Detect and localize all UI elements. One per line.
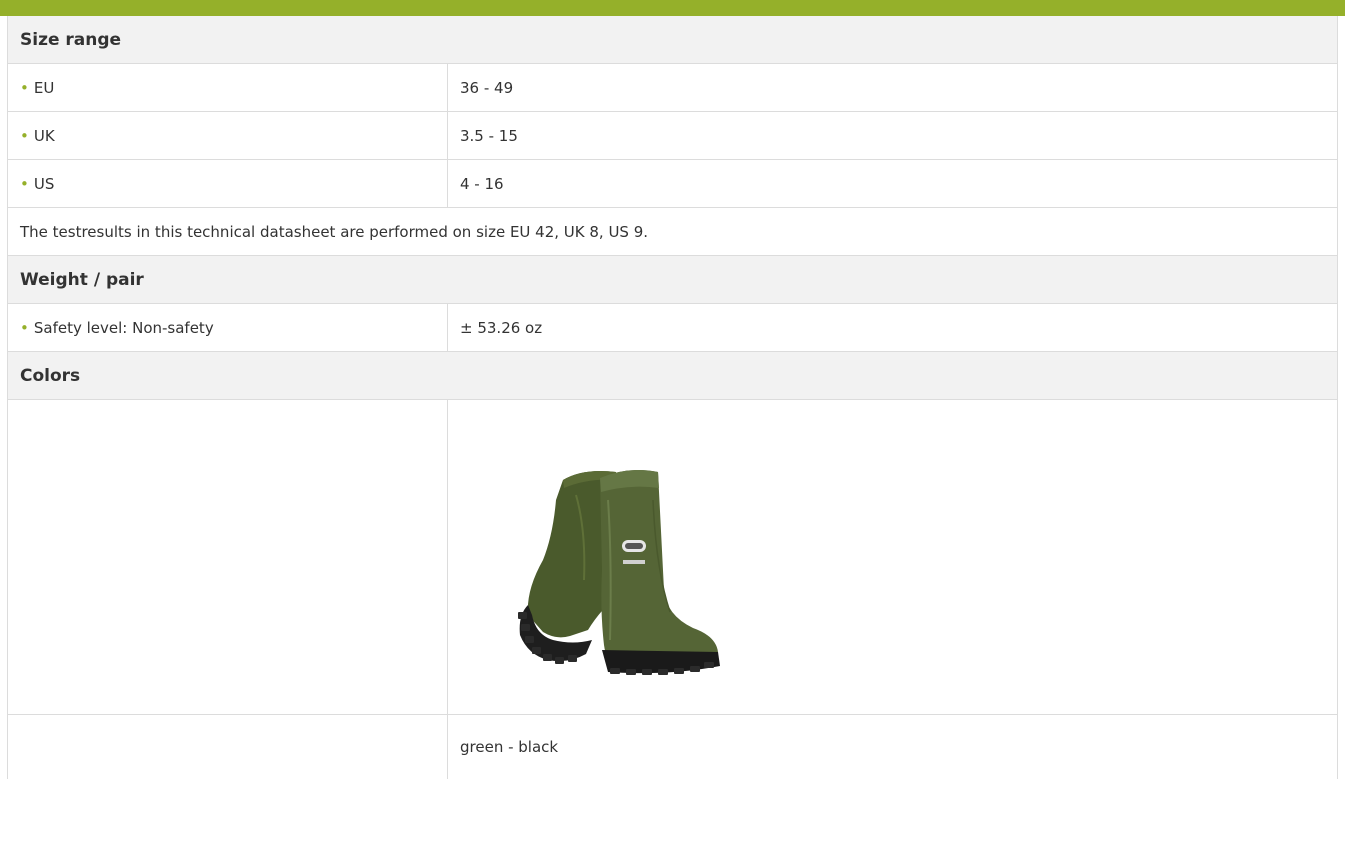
table-row: • UK 3.5 - 15 <box>8 112 1337 160</box>
size-uk-value: 3.5 - 15 <box>460 126 518 145</box>
image-cell <box>448 400 1337 714</box>
test-size-note: The testresults in this technical datash… <box>8 208 1337 256</box>
empty-label-cell <box>8 715 448 779</box>
accent-top-bar <box>0 0 1345 16</box>
size-uk-label: UK <box>33 126 55 145</box>
bullet-icon: • <box>20 174 29 193</box>
size-range-heading: Size range <box>8 16 1337 64</box>
size-us-label: US <box>33 174 55 193</box>
bullet-icon: • <box>20 78 29 97</box>
bullet-icon: • <box>20 318 29 337</box>
color-name-row: green - black <box>8 715 1337 779</box>
row-label: • US <box>8 160 448 207</box>
empty-label-cell <box>8 400 448 714</box>
row-label: • UK <box>8 112 448 159</box>
row-label: • Safety level: Non-safety <box>8 304 448 351</box>
weight-heading: Weight / pair <box>8 256 1337 304</box>
color-name: green - black <box>460 738 559 756</box>
table-row: • Safety level: Non-safety ± 53.26 oz <box>8 304 1337 352</box>
table-row: • US 4 - 16 <box>8 160 1337 208</box>
datasheet-table: Size range • EU 36 - 49 • UK 3.5 - 15 • US … <box>7 16 1338 779</box>
size-eu-label: EU <box>33 78 55 97</box>
table-row: • EU 36 - 49 <box>8 64 1337 112</box>
safety-level-label: Safety level: Non-safety <box>33 318 214 337</box>
weight-value: ± 53.26 oz <box>460 318 543 337</box>
boot-pair-image <box>518 470 720 675</box>
bullet-icon: • <box>20 126 29 145</box>
size-eu-value: 36 - 49 <box>460 78 514 97</box>
size-us-value: 4 - 16 <box>460 174 504 193</box>
row-label: • EU <box>8 64 448 111</box>
colors-heading: Colors <box>8 352 1337 400</box>
color-image-row <box>8 400 1337 715</box>
front-boot <box>600 470 720 675</box>
